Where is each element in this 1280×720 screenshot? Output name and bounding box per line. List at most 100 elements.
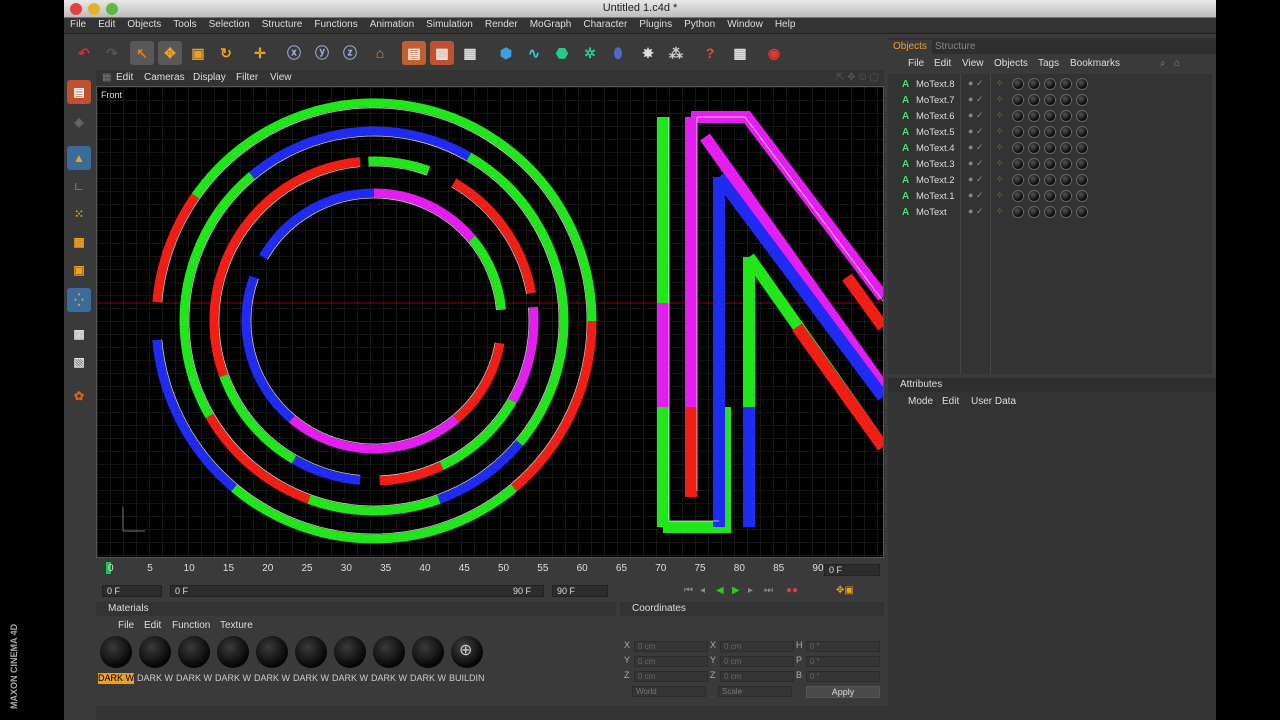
material-swatch[interactable]: DARK W: [371, 636, 407, 684]
timeline-ruler[interactable]: 0 5 10 15 20 25 30 35 40 45 50 55 60 65 70 75 80 85 90 0 F: [96, 560, 884, 578]
menu-selection[interactable]: Selection: [203, 18, 256, 31]
material-tag-icon[interactable]: [1028, 126, 1040, 138]
visibility-check-icon[interactable]: ● ✓: [968, 110, 983, 121]
viewport-menu-cameras[interactable]: Cameras: [144, 72, 185, 83]
material-tag-icon[interactable]: [1044, 78, 1056, 90]
tag-icon[interactable]: ⁘: [996, 94, 1004, 105]
material-tag-icon[interactable]: [1060, 142, 1072, 154]
live-selection-icon[interactable]: ↖: [130, 41, 154, 65]
menu-help[interactable]: Help: [769, 18, 802, 31]
visibility-check-icon[interactable]: ● ✓: [968, 158, 983, 169]
viewport-front[interactable]: Front: [96, 86, 884, 558]
coordinate-value-field[interactable]: 0 °: [806, 641, 880, 652]
material-tag-icon[interactable]: [1060, 158, 1072, 170]
cube-icon[interactable]: ⬢: [494, 41, 518, 65]
material-tag-icon[interactable]: [1012, 174, 1024, 186]
current-frame-field[interactable]: 0 F: [824, 564, 880, 576]
coordinate-value-field[interactable]: 0 °: [806, 671, 880, 682]
material-tag-icon[interactable]: [1012, 126, 1024, 138]
material-tag-icon[interactable]: [1076, 78, 1088, 90]
menu-character[interactable]: Character: [577, 18, 633, 31]
material-tag-icon[interactable]: [1012, 78, 1024, 90]
play-forward-icon[interactable]: ▶: [732, 585, 740, 596]
material-tag-icon[interactable]: [1044, 206, 1056, 218]
materials-menu-edit[interactable]: Edit: [144, 620, 161, 631]
material-tag-icon[interactable]: [1060, 190, 1072, 202]
material-tag-icon[interactable]: [1076, 142, 1088, 154]
coordinate-value-field[interactable]: 0 cm: [720, 656, 794, 667]
objects-menu-bookmarks[interactable]: Bookmarks: [1070, 58, 1120, 69]
object-row[interactable]: A MoText.5 ● ✓ ⁘: [892, 124, 1212, 140]
material-tag-icon[interactable]: [1012, 110, 1024, 122]
tag-icon[interactable]: ⁘: [996, 142, 1004, 153]
material-swatch[interactable]: DARK W: [176, 636, 212, 684]
material-swatch[interactable]: DARK W: [98, 636, 134, 684]
tab-objects[interactable]: Objects: [888, 40, 932, 54]
goto-end-icon[interactable]: ⏭: [764, 585, 773, 596]
tab-structure[interactable]: Structure: [930, 40, 981, 54]
object-name[interactable]: MoText.4: [916, 143, 955, 154]
help-icon[interactable]: ?: [698, 41, 722, 65]
menu-plugins[interactable]: Plugins: [633, 18, 678, 31]
sculpt-icon[interactable]: ✿: [67, 384, 91, 408]
material-tag-icon[interactable]: [1044, 126, 1056, 138]
coordinate-value-field[interactable]: 0 cm: [634, 671, 708, 682]
make-editable-icon[interactable]: ▤: [67, 80, 91, 104]
objects-menu-view[interactable]: View: [962, 58, 984, 69]
tag-icon[interactable]: ⁘: [996, 190, 1004, 201]
material-tag-icon[interactable]: [1060, 174, 1072, 186]
frame-range-slider[interactable]: 0 F 90 F: [170, 585, 544, 597]
visibility-check-icon[interactable]: ● ✓: [968, 142, 983, 153]
texture-mode-icon[interactable]: ⁛: [67, 288, 91, 312]
material-tag-icon[interactable]: [1060, 94, 1072, 106]
object-row[interactable]: A MoText.4 ● ✓ ⁘: [892, 140, 1212, 156]
objects-menu-tags[interactable]: Tags: [1038, 58, 1059, 69]
object-row[interactable]: A MoText.7 ● ✓ ⁘: [892, 92, 1212, 108]
coordinate-value-field[interactable]: 0 cm: [634, 656, 708, 667]
coordinate-system-icon[interactable]: ⌂: [368, 41, 392, 65]
material-tag-icon[interactable]: [1012, 190, 1024, 202]
camera-icon[interactable]: ⁂: [664, 41, 688, 65]
rotate-icon[interactable]: ↻: [214, 41, 238, 65]
material-tag-icon[interactable]: [1028, 174, 1040, 186]
material-tag-icon[interactable]: [1044, 158, 1056, 170]
scale-icon[interactable]: ▣: [186, 41, 210, 65]
size-mode-select[interactable]: Scale: [718, 686, 792, 697]
material-tag-icon[interactable]: [1012, 142, 1024, 154]
python-icon[interactable]: ◉: [762, 41, 786, 65]
polygons-mode-icon[interactable]: ▣: [67, 258, 91, 282]
home-icon[interactable]: ⌂: [1174, 58, 1180, 69]
viewport-menu-filter[interactable]: Filter: [236, 72, 258, 83]
material-swatch[interactable]: DARK W: [215, 636, 251, 684]
object-name[interactable]: MoText.3: [916, 159, 955, 170]
record-icon[interactable]: ●●: [786, 585, 798, 596]
material-swatch[interactable]: ⊕ BUILDIN: [449, 636, 485, 684]
material-tag-icon[interactable]: [1028, 94, 1040, 106]
tag-icon[interactable]: ⁘: [996, 110, 1004, 121]
menu-structure[interactable]: Structure: [256, 18, 309, 31]
object-row[interactable]: A MoText.2 ● ✓ ⁘: [892, 172, 1212, 188]
object-name[interactable]: MoText.2: [916, 175, 955, 186]
points-mode-icon[interactable]: ⁙: [67, 202, 91, 226]
material-tag-icon[interactable]: [1028, 142, 1040, 154]
materials-menu-function[interactable]: Function: [172, 620, 210, 631]
recent-tool-icon[interactable]: ✛: [248, 41, 272, 65]
array-icon[interactable]: ✲: [578, 41, 602, 65]
object-mode-icon[interactable]: ▲: [67, 146, 91, 170]
step-back-icon[interactable]: ◂: [700, 585, 705, 596]
x-axis-icon[interactable]: ⓧ: [282, 41, 306, 65]
visibility-check-icon[interactable]: ● ✓: [968, 78, 983, 89]
material-tag-icon[interactable]: [1044, 94, 1056, 106]
menu-animation[interactable]: Animation: [364, 18, 420, 31]
objects-menu-edit[interactable]: Edit: [934, 58, 951, 69]
menu-window[interactable]: Window: [721, 18, 769, 31]
render-picture-viewer-icon[interactable]: ▥: [430, 41, 454, 65]
object-list[interactable]: A MoText.8 ● ✓ ⁘ A MoText.7 ● ✓ ⁘ A MoText.6 ● ✓ ⁘ A…: [888, 74, 1212, 374]
visibility-check-icon[interactable]: ● ✓: [968, 206, 983, 217]
nurbs-icon[interactable]: ⬣: [550, 41, 574, 65]
material-tag-icon[interactable]: [1012, 94, 1024, 106]
material-tag-icon[interactable]: [1044, 142, 1056, 154]
materials-menu-texture[interactable]: Texture: [220, 620, 253, 631]
menu-render[interactable]: Render: [479, 18, 524, 31]
material-swatch[interactable]: DARK W: [137, 636, 173, 684]
